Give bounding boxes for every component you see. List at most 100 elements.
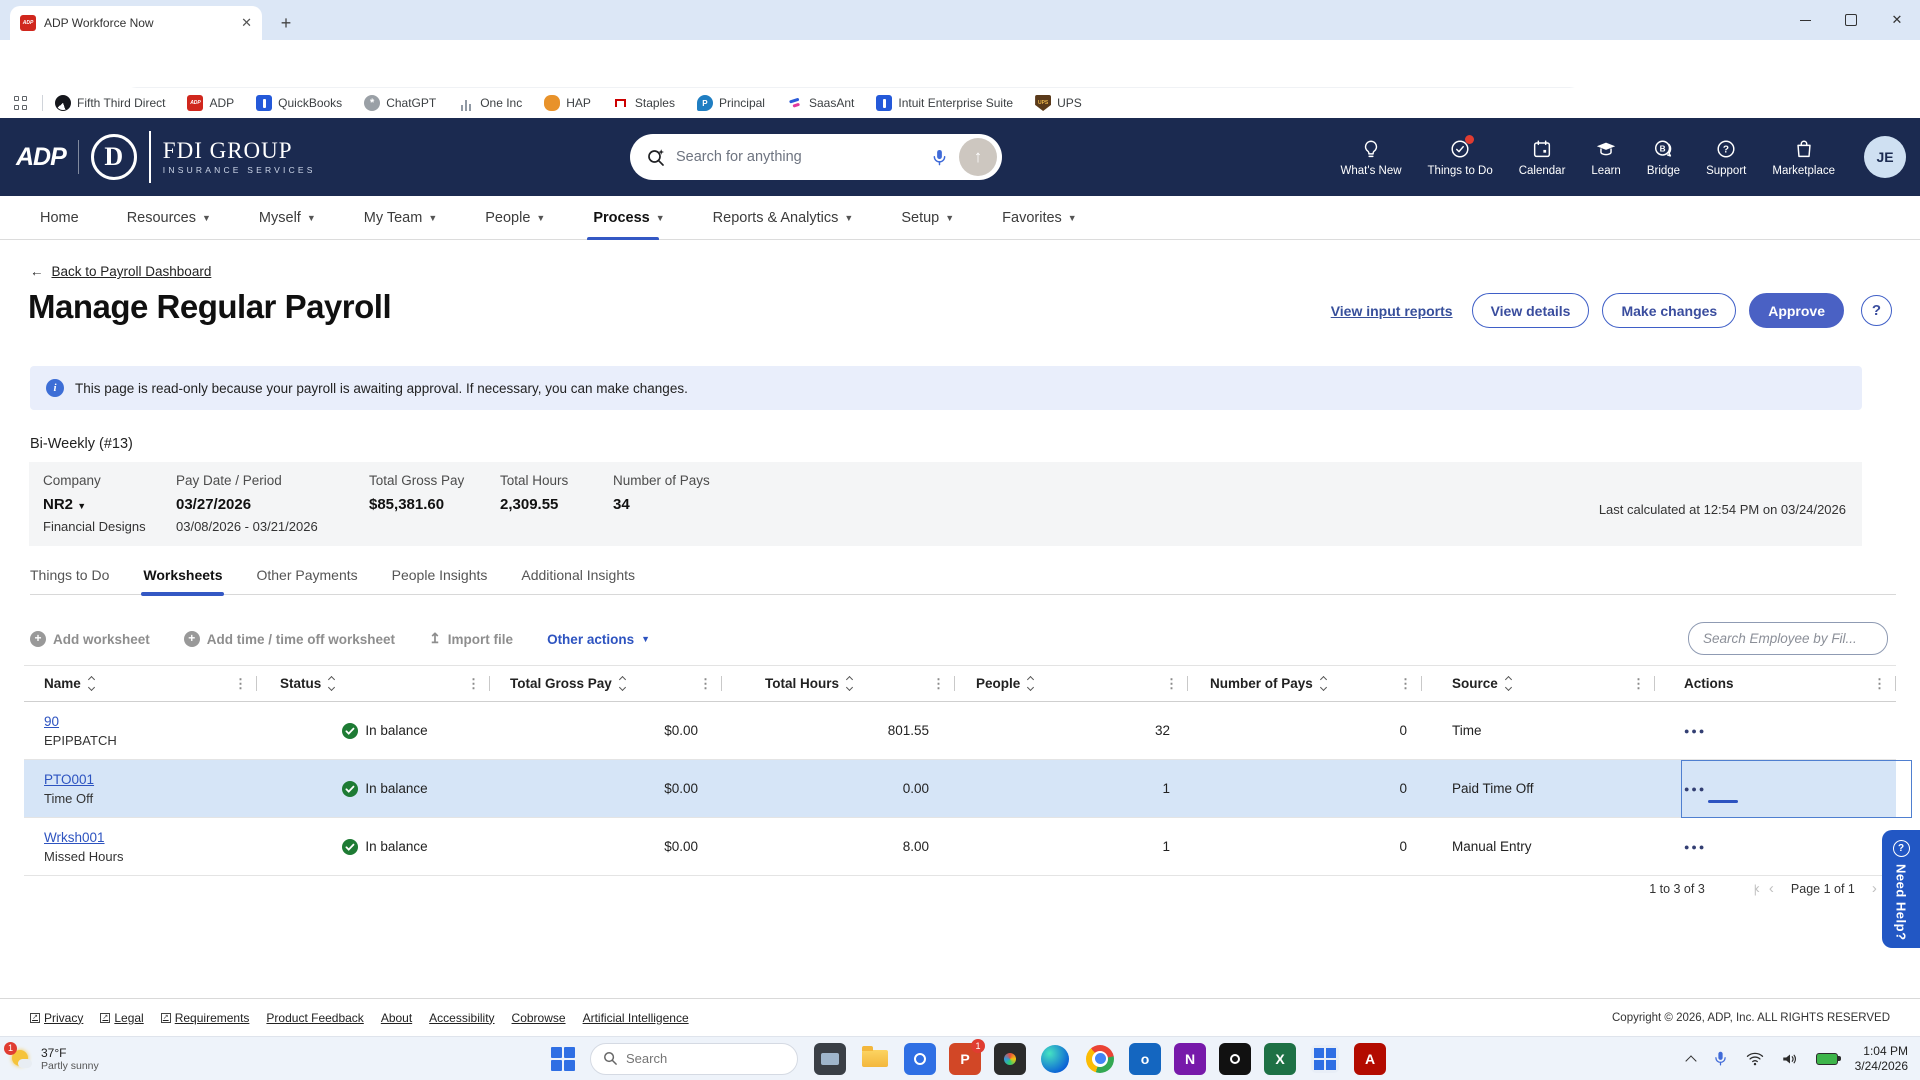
nav-myself[interactable]: Myself ▼ [259, 196, 316, 240]
taskbar-app-file-explorer[interactable] [859, 1043, 891, 1075]
tab-other-payments[interactable]: Other Payments [256, 567, 357, 594]
sort-icon[interactable] [1027, 676, 1035, 691]
footer-product-feedback-link[interactable]: Product Feedback [266, 1011, 363, 1025]
taskbar-search[interactable] [590, 1042, 798, 1075]
footer-ai-link[interactable]: Artificial Intelligence [583, 1011, 689, 1025]
footer-requirements-link[interactable]: ↗ Requirements [160, 1011, 249, 1025]
bookmark-hap[interactable]: HAP [544, 95, 591, 111]
col-gross[interactable]: Total Gross Pay ⋮ [490, 666, 722, 701]
footer-accessibility-link[interactable]: Accessibility [429, 1011, 494, 1025]
bridge-button[interactable]: B Bridge [1638, 137, 1689, 177]
user-avatar[interactable]: JE [1864, 136, 1906, 178]
footer-cobrowse-link[interactable]: Cobrowse [512, 1011, 566, 1025]
bookmark-quickbooks[interactable]: QuickBooks [256, 95, 342, 111]
taskbar-app-outlook[interactable]: o [1129, 1042, 1161, 1075]
battery-icon[interactable] [1815, 1052, 1841, 1065]
taskbar-search-input[interactable] [626, 1051, 766, 1066]
col-source[interactable]: Source ⋮ [1422, 666, 1655, 701]
sort-icon[interactable] [618, 676, 626, 691]
add-worksheet-button[interactable]: + Add worksheet [30, 631, 150, 647]
help-button[interactable]: ? [1861, 295, 1892, 326]
taskbar-app-powerpoint[interactable]: P1 [949, 1038, 985, 1075]
taskbar-app-photos[interactable] [994, 1042, 1026, 1075]
search-input[interactable] [676, 149, 920, 165]
taskbar-app-dark[interactable] [1219, 1042, 1251, 1075]
nav-people[interactable]: People ▼ [485, 196, 545, 240]
bookmark-saasant[interactable]: SaasAnt [787, 95, 854, 111]
row-actions-button[interactable]: ●●● [1684, 842, 1896, 852]
volume-icon[interactable] [1781, 1051, 1799, 1067]
view-details-button[interactable]: View details [1471, 293, 1590, 328]
nav-my-team[interactable]: My Team ▼ [364, 196, 437, 240]
bookmark-adp[interactable]: ADP ADP [187, 95, 234, 111]
close-window-button[interactable]: ✕ [1874, 0, 1920, 40]
column-menu-icon[interactable]: ⋮ [467, 676, 480, 692]
tab-people-insights[interactable]: People Insights [392, 567, 488, 594]
minimize-button[interactable] [1782, 0, 1828, 40]
new-tab-button[interactable]: + [274, 12, 298, 36]
make-changes-button[interactable]: Make changes [1602, 293, 1737, 328]
bookmark-ups[interactable]: UPS UPS [1035, 95, 1082, 111]
employee-search-box[interactable] [1688, 622, 1888, 655]
col-status[interactable]: Status ⋮ [257, 666, 490, 701]
microphone-icon[interactable] [1712, 1050, 1729, 1067]
microphone-icon[interactable] [930, 148, 949, 167]
learn-button[interactable]: Learn [1582, 137, 1629, 177]
tray-expand-icon[interactable] [1684, 1054, 1697, 1067]
bookmark-staples[interactable]: Staples [613, 95, 675, 111]
import-file-button[interactable]: ↥ Import file [429, 630, 513, 648]
nav-resources[interactable]: Resources ▼ [127, 196, 211, 240]
nav-home[interactable]: Home [40, 196, 79, 240]
next-page-button[interactable]: › [1872, 880, 1877, 897]
footer-legal-link[interactable]: ↗ Legal [100, 1011, 144, 1025]
nav-setup[interactable]: Setup ▼ [901, 196, 954, 240]
bookmark-principal[interactable]: P Principal [696, 95, 765, 111]
company-dropdown[interactable]: NR2 ▼ [43, 496, 176, 513]
browser-tab[interactable]: ADP ADP Workforce Now ✕ [10, 6, 262, 40]
column-menu-icon[interactable]: ⋮ [1399, 676, 1412, 692]
col-name[interactable]: Name ⋮ [24, 666, 257, 701]
column-menu-icon[interactable]: ⋮ [932, 676, 945, 692]
need-help-tab[interactable]: ? Need Help? [1882, 830, 1920, 948]
tab-things-to-do[interactable]: Things to Do [30, 567, 109, 594]
bookmark-fifth-third[interactable]: Fifth Third Direct [55, 95, 165, 111]
column-menu-icon[interactable]: ⋮ [1165, 676, 1178, 692]
column-menu-icon[interactable]: ⋮ [1632, 676, 1645, 692]
global-search[interactable]: ↑ [630, 134, 1002, 180]
tab-worksheets[interactable]: Worksheets [141, 567, 225, 596]
marketplace-button[interactable]: Marketplace [1763, 137, 1844, 177]
approve-button[interactable]: Approve [1749, 293, 1844, 328]
column-menu-icon[interactable]: ⋮ [234, 676, 247, 692]
support-button[interactable]: ? Support [1697, 137, 1755, 177]
bookmark-chatgpt[interactable]: * ChatGPT [364, 95, 436, 111]
col-pays[interactable]: Number of Pays ⋮ [1188, 666, 1422, 701]
first-page-button[interactable]: | ‹ [1754, 880, 1760, 897]
company-name-link[interactable]: Financial Designs [43, 519, 176, 534]
footer-about-link[interactable]: About [381, 1011, 412, 1025]
nav-process[interactable]: Process ▼ [587, 196, 665, 241]
sort-icon[interactable] [87, 676, 95, 691]
sort-icon[interactable] [1504, 676, 1512, 691]
footer-privacy-link[interactable]: ↗ Privacy [30, 1011, 83, 1025]
taskbar-app-edge[interactable] [1039, 1043, 1071, 1075]
search-submit-icon[interactable]: ↑ [959, 138, 997, 176]
sort-icon[interactable] [328, 676, 336, 691]
taskbar-app-camera[interactable] [904, 1042, 936, 1075]
maximize-button[interactable] [1828, 0, 1874, 40]
whats-new-button[interactable]: What's New [1332, 137, 1411, 177]
sort-icon[interactable] [1319, 676, 1327, 691]
taskbar-clock[interactable]: 1:04 PM 3/24/2026 [1855, 1044, 1908, 1074]
start-button[interactable] [550, 1046, 576, 1072]
taskbar-app-monitor[interactable] [814, 1042, 846, 1075]
sort-icon[interactable] [845, 676, 854, 691]
tab-additional-insights[interactable]: Additional Insights [521, 567, 635, 594]
column-menu-icon[interactable]: ⋮ [1873, 676, 1886, 692]
employee-search-input[interactable] [1703, 631, 1882, 646]
worksheet-link[interactable]: Wrksh001 [44, 830, 257, 845]
prev-page-button[interactable]: ‹ [1769, 880, 1774, 897]
nav-favorites[interactable]: Favorites ▼ [1002, 196, 1077, 240]
view-input-reports-link[interactable]: View input reports [1331, 303, 1453, 319]
nav-reports-analytics[interactable]: Reports & Analytics ▼ [713, 196, 854, 240]
taskbar-app-chrome[interactable] [1084, 1043, 1116, 1075]
weather-widget[interactable]: 1 37°F Partly sunny [0, 1041, 150, 1072]
